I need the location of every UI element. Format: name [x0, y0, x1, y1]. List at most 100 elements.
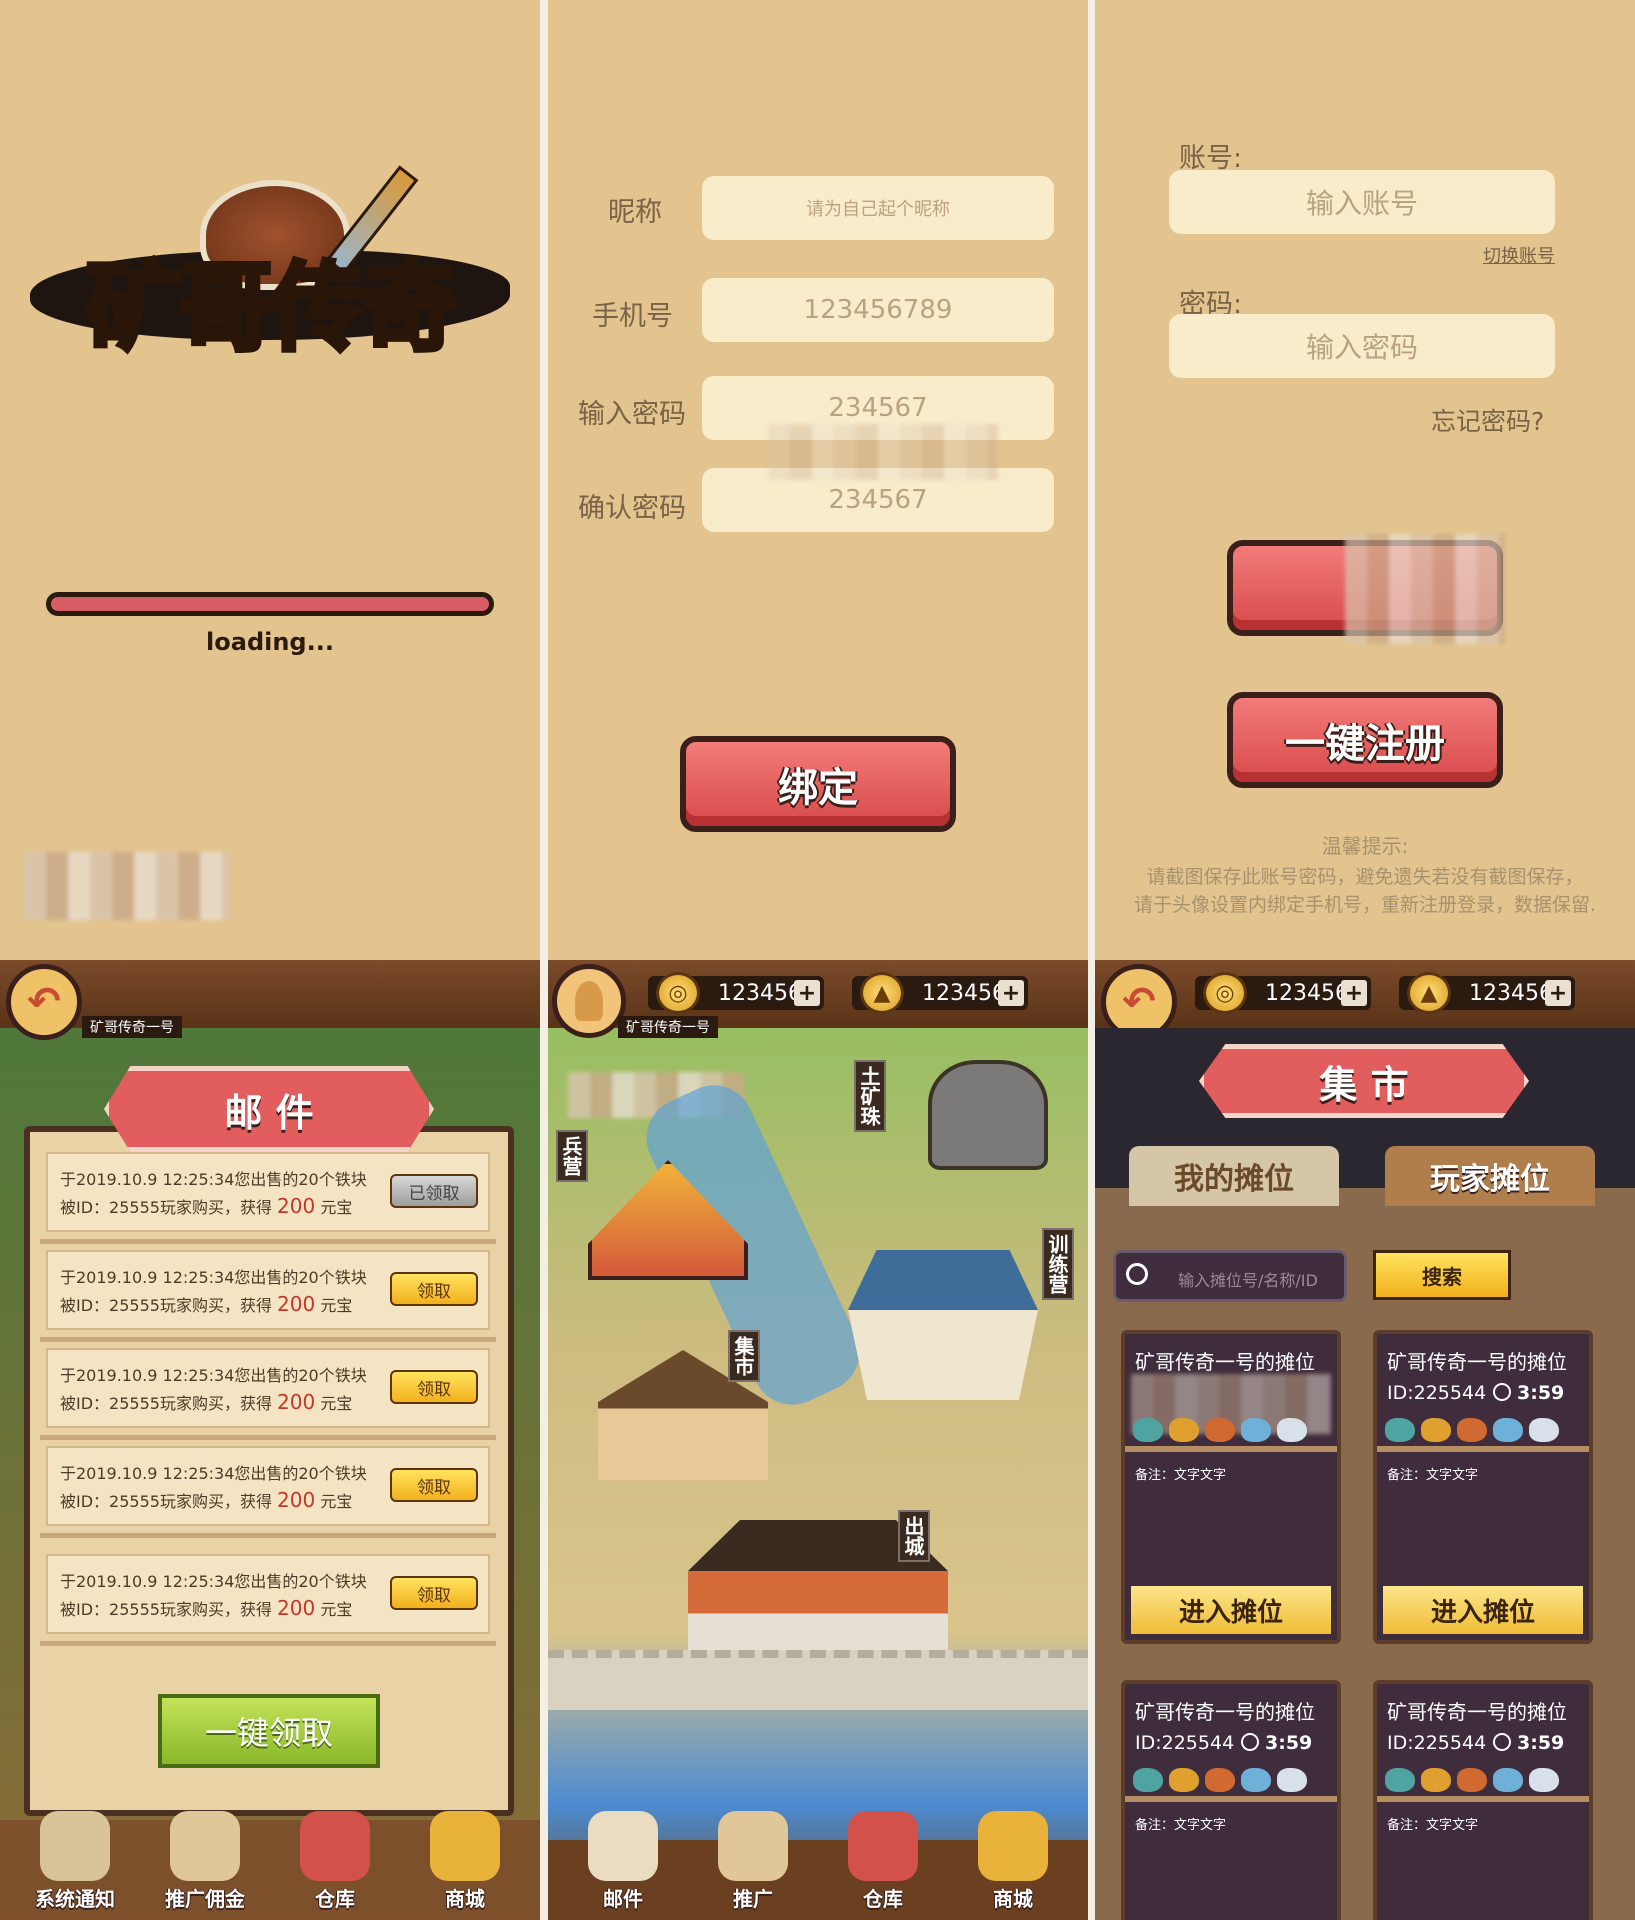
nav-mail[interactable]: 邮件	[568, 1802, 678, 1920]
divider	[40, 1435, 496, 1440]
warehouse-icon	[300, 1811, 370, 1881]
nickname-label: 昵称	[608, 197, 662, 228]
ore-row	[1133, 1418, 1307, 1442]
mail-item: 于2019.10.9 12:25:34您出售的20个铁块 被ID：25555玩家…	[40, 1554, 496, 1646]
scroll-icon	[40, 1811, 110, 1881]
stall-name: 矿哥传奇一号的摊位	[1135, 1350, 1315, 1374]
mail-item-line2: 被ID：25555玩家购买，获得 200 元宝	[60, 1292, 352, 1316]
phone-field[interactable]: 123456789	[702, 278, 1054, 342]
tip-line-1: 请截图保存此账号密码，避免遗失若没有截图保存，	[1146, 866, 1584, 888]
register-button[interactable]: 一键注册	[1227, 692, 1503, 788]
nav-promotion[interactable]: 推广佣金	[150, 1802, 260, 1920]
player-avatar[interactable]	[552, 964, 626, 1038]
tab-player-stalls[interactable]: 玩家摊位	[1385, 1146, 1595, 1206]
claim-button[interactable]: 领取	[390, 1370, 478, 1404]
tab-my-stall[interactable]: 我的摊位	[1129, 1146, 1339, 1206]
phone-label: 手机号	[592, 301, 673, 332]
stall-timer: 3:59	[1241, 1732, 1312, 1754]
nav-warehouse[interactable]: 仓库	[280, 1802, 390, 1920]
nav-system-notice[interactable]: 系统通知	[20, 1802, 130, 1920]
nav-label: 系统通知	[35, 1887, 115, 1911]
forgot-password-link[interactable]: 忘记密码?	[1431, 402, 1544, 438]
player-name: 矿哥传奇一号	[618, 1016, 718, 1038]
mail-item-unit: 元宝	[320, 1600, 353, 1619]
ore-icon	[1421, 1768, 1451, 1792]
mine-building[interactable]	[928, 1060, 1048, 1170]
stall-name: 矿哥传奇一号的摊位	[1387, 1700, 1567, 1724]
stall-card: 矿哥传奇一号的摊位 ID:225544 3:59 备注：文字文字	[1121, 1680, 1341, 1920]
mail-item: 于2019.10.9 12:25:34您出售的20个铁块 被ID：25555玩家…	[40, 1348, 496, 1440]
nickname-field[interactable]: 请为自己起个昵称	[702, 176, 1054, 240]
back-arrow-icon: ↶	[1122, 979, 1156, 1025]
sign-exit-city: 出城	[898, 1510, 930, 1562]
claim-button[interactable]: 领取	[390, 1468, 478, 1502]
enter-stall-button[interactable]: 进入摊位	[1383, 1586, 1583, 1634]
password-field[interactable]: 输入密码	[1169, 314, 1555, 378]
ore-icon	[1169, 1418, 1199, 1442]
search-input[interactable]: 输入摊位号/名称/ID	[1178, 1267, 1318, 1291]
ingot-icon: ▲	[860, 972, 904, 1014]
mail-item-amount: 200	[277, 1292, 316, 1316]
claim-button[interactable]: 领取	[390, 1576, 478, 1610]
mail-item-line1: 于2019.10.9 12:25:34您出售的20个铁块	[60, 1268, 367, 1287]
back-arrow-icon: ↶	[27, 979, 61, 1025]
training-building[interactable]	[848, 1250, 1038, 1400]
claimed-button[interactable]: 已领取	[390, 1174, 478, 1208]
city-wall	[548, 1650, 1088, 1710]
coins-value: 123456	[1265, 980, 1349, 1006]
ore-icon	[1133, 1768, 1163, 1792]
account-field[interactable]: 输入账号	[1169, 170, 1555, 234]
ore-icon	[1205, 1418, 1235, 1442]
mail-icon	[588, 1811, 658, 1881]
nav-label: 仓库	[863, 1887, 903, 1911]
add-ingots-button[interactable]: +	[998, 980, 1024, 1006]
nav-shop[interactable]: 商城	[410, 1802, 520, 1920]
nav-warehouse[interactable]: 仓库	[828, 1802, 938, 1920]
ore-row	[1385, 1418, 1559, 1442]
nav-label: 邮件	[603, 1887, 643, 1911]
ore-icon	[1493, 1418, 1523, 1442]
ore-icon	[1457, 1768, 1487, 1792]
mail-item-line1: 于2019.10.9 12:25:34您出售的20个铁块	[60, 1464, 367, 1483]
enter-stall-button[interactable]: 进入摊位	[1131, 1586, 1331, 1634]
nav-shop[interactable]: 商城	[958, 1802, 1068, 1920]
claim-button[interactable]: 领取	[390, 1272, 478, 1306]
search-button[interactable]: 搜索	[1373, 1250, 1511, 1300]
search-bar: 输入摊位号/名称/ID	[1113, 1250, 1347, 1302]
logo-text: 矿哥传奇	[84, 250, 461, 367]
shop-icon	[978, 1811, 1048, 1881]
stall-time: 3:59	[1517, 1382, 1565, 1404]
ore-icon	[1421, 1418, 1451, 1442]
ingots-value: 123456	[1469, 980, 1553, 1006]
back-button[interactable]: ↶	[6, 964, 82, 1040]
clock-icon	[1493, 1733, 1511, 1751]
add-coins-button[interactable]: +	[794, 980, 820, 1006]
add-ingots-button[interactable]: +	[1545, 980, 1571, 1006]
coins-display: ◎ 123456 +	[1195, 972, 1371, 1014]
sign-market: 集市	[728, 1330, 760, 1382]
nav-promotion[interactable]: 推广	[698, 1802, 808, 1920]
divider	[40, 1239, 496, 1244]
nav-label: 推广佣金	[165, 1887, 245, 1911]
bind-screen: 昵称 请为自己起个昵称 手机号 123456789 输入密码 234567 确认…	[548, 0, 1088, 960]
divider	[40, 1337, 496, 1342]
ore-icon	[1277, 1418, 1307, 1442]
divider	[40, 1533, 496, 1538]
add-coins-button[interactable]: +	[1341, 980, 1367, 1006]
ore-icon	[1241, 1418, 1271, 1442]
bind-button[interactable]: 绑定	[680, 736, 956, 832]
bag-icon	[718, 1811, 788, 1881]
blurred-watermark	[1345, 534, 1505, 644]
claim-all-button[interactable]: 一键领取	[158, 1694, 380, 1768]
stall-timer: 3:59	[1493, 1732, 1564, 1754]
switch-account-link[interactable]: 切换账号	[1483, 242, 1555, 268]
stall-note: 备注：文字文字	[1135, 1818, 1227, 1833]
shelf	[1125, 1796, 1337, 1802]
mail-item-amount: 200	[277, 1596, 316, 1620]
market-screen: ↶ ◎ 123456 + ▲ 123456 + 集 市 我的摊位 玩家摊位 输入摊位号/…	[1095, 960, 1635, 1920]
mail-title: 邮 件	[104, 1066, 434, 1152]
mail-item-unit: 元宝	[320, 1492, 353, 1511]
game-logo: 矿哥传奇	[30, 165, 510, 370]
nav-label: 仓库	[315, 1887, 355, 1911]
nav-label: 商城	[993, 1887, 1033, 1911]
